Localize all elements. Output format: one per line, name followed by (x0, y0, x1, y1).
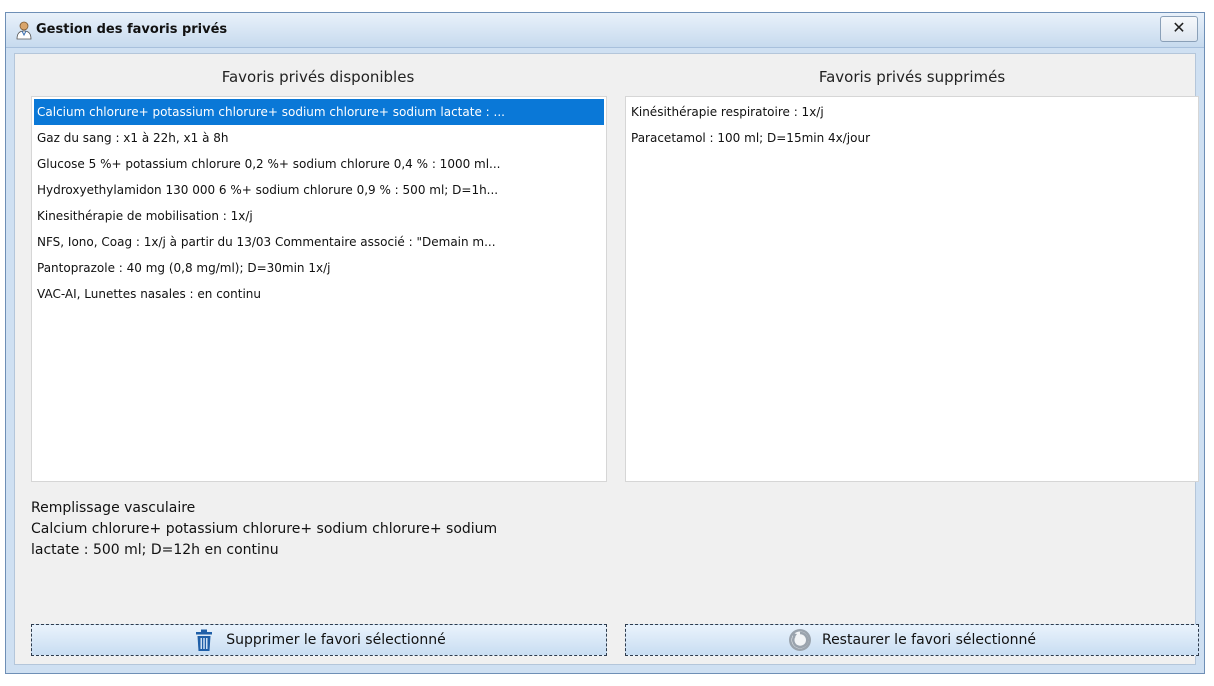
available-favorites-list[interactable]: Calcium chlorure+ potassium chlorure+ so… (31, 96, 607, 482)
dialog-content: Favoris privés disponibles Calcium chlor… (14, 53, 1199, 665)
description-detail-line-1: Calcium chlorure+ potassium chlorure+ so… (31, 521, 498, 537)
selected-favorite-description: Remplissage vasculaire Calcium chlorure+… (31, 498, 631, 561)
delete-favorite-button[interactable]: Supprimer le favori sélectionné (31, 624, 607, 656)
available-list-item[interactable]: Pantoprazole : 40 mg (0,8 mg/ml); D=30mi… (34, 255, 604, 281)
available-list-item[interactable]: NFS, Iono, Coag : 1x/j à partir du 13/03… (34, 229, 604, 255)
doctor-icon (16, 21, 32, 40)
close-button[interactable]: ✕ (1160, 16, 1198, 42)
available-list-item[interactable]: Calcium chlorure+ potassium chlorure+ so… (34, 99, 604, 125)
description-detail-line-2: lactate : 500 ml; D=12h en continu (31, 542, 279, 558)
restore-favorite-button[interactable]: Restaurer le favori sélectionné (625, 624, 1199, 656)
favorites-dialog: Gestion des favoris privés ✕ Favoris pri… (5, 12, 1205, 674)
description-category: Remplissage vasculaire (31, 500, 196, 516)
title-bar[interactable]: Gestion des favoris privés ✕ (6, 13, 1204, 48)
deleted-list-item[interactable]: Kinésithérapie respiratoire : 1x/j (628, 99, 1196, 125)
available-list-item[interactable]: Glucose 5 %+ potassium chlorure 0,2 %+ s… (34, 151, 604, 177)
available-list-item[interactable]: Gaz du sang : x1 à 22h, x1 à 8h (34, 125, 604, 151)
deleted-list-item[interactable]: Paracetamol : 100 ml; D=15min 4x/jour (628, 125, 1196, 151)
trash-icon (196, 629, 213, 651)
available-list-item[interactable]: Hydroxyethylamidon 130 000 6 %+ sodium c… (34, 177, 604, 203)
deleted-favorites-list[interactable]: Kinésithérapie respiratoire : 1x/j Parace… (625, 96, 1199, 482)
deleted-list-title: Favoris privés supprimés (818, 68, 1006, 86)
restore-icon (788, 629, 811, 651)
window-title: Gestion des favoris privés (36, 22, 228, 37)
available-list-item[interactable]: Kinesithérapie de mobilisation : 1x/j (34, 203, 604, 229)
available-list-item[interactable]: VAC-AI, Lunettes nasales : en continu (34, 281, 604, 307)
delete-button-label: Supprimer le favori sélectionné (226, 632, 446, 648)
restore-button-label: Restaurer le favori sélectionné (821, 632, 1037, 648)
available-list-title: Favoris privés disponibles (221, 68, 415, 86)
